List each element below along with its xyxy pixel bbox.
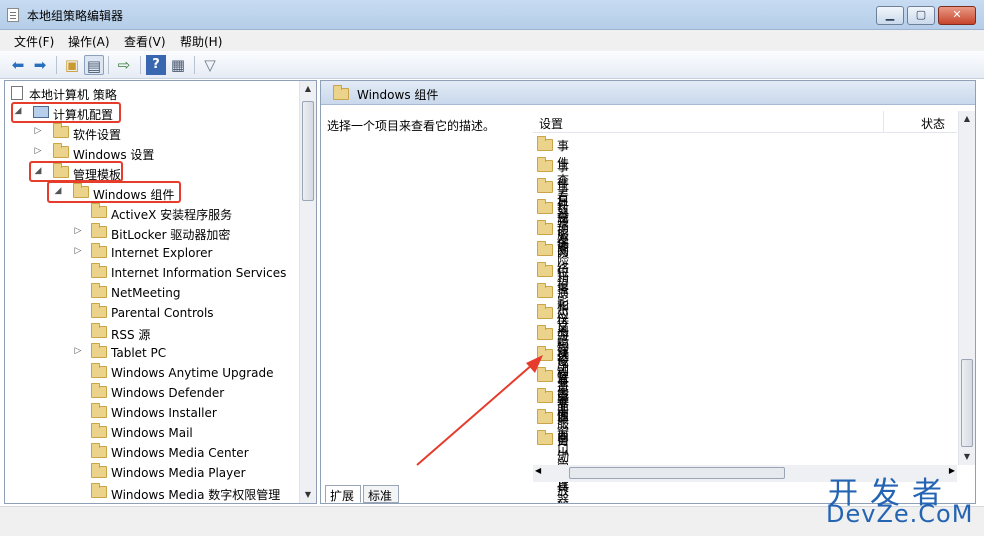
minimize-icon: ▁ [885,8,895,21]
folder-icon [91,423,107,438]
folder-icon [53,143,69,158]
folder-icon [91,363,107,378]
tab-extended[interactable]: 扩展 [325,485,361,503]
close-button[interactable]: ✕ [938,6,976,25]
watermark-domain: DevZe.CoM [826,500,974,528]
folder-icon [91,223,107,238]
properties-icon[interactable]: ▦ [168,55,188,75]
toolbar-separator [108,56,109,74]
folder-icon [91,323,107,338]
highlight-computer-config [11,102,121,123]
tree-label: Windows Defender [111,386,225,400]
tree-label: 软件设置 [73,128,122,142]
tree-root-label: 本地计算机 策略 [29,88,117,102]
tree-label: Parental Controls [111,306,214,320]
close-icon: ✕ [952,8,962,21]
scroll-down-icon[interactable]: ▼ [300,487,316,503]
maximize-icon: ▢ [915,8,927,21]
folder-icon [91,383,107,398]
tree-label: RSS 源 [111,328,151,342]
tree-label: Internet Information Services [111,266,287,280]
tree-label: Windows Media 数字权限管理 [111,488,281,502]
tree-label: BitLocker 驱动器加密 [111,228,231,242]
scroll-thumb[interactable] [302,101,314,201]
toolbar-separator [194,56,195,74]
maximize-button[interactable]: ▢ [907,6,935,25]
folder-icon [53,123,69,138]
up-folder-icon[interactable]: ▣ [62,55,82,75]
details-pane: Windows 组件 选择一个项目来查看它的描述。 设置 状态 事件查看器 事件日… [320,80,976,504]
tree-label: Windows Media Center [111,446,249,460]
tree-label: Windows Mail [111,426,193,440]
forward-arrow-icon[interactable]: ➡ [30,55,50,75]
menu-help[interactable]: 帮助(H) [180,33,222,50]
policy-doc-icon [11,86,23,100]
folder-icon [91,303,107,318]
annotation-arrow [416,355,543,466]
folder-icon [91,463,107,478]
menu-file[interactable]: 文件(F) [14,33,54,50]
folder-icon [91,483,107,498]
folder-icon [91,343,107,358]
show-tree-icon[interactable]: ▤ [84,55,104,75]
menu-view[interactable]: 查看(V) [124,33,166,50]
window-title: 本地组策略编辑器 [27,9,124,23]
tree-label: NetMeeting [111,286,181,300]
filter-icon[interactable]: ▽ [200,55,220,75]
folder-icon [91,443,107,458]
highlight-admin-templates [29,161,123,182]
scroll-up-icon[interactable]: ▲ [300,81,316,97]
menu-bar: 文件(F) 操作(A) 查看(V) 帮助(H) [0,30,984,51]
tree-pane: 本地计算机 策略 ◢ 计算机配置 ▷ 软件设置 ▷ Windows 设置 ◢ 管… [4,80,317,504]
expand-icon[interactable]: ▷ [33,146,43,156]
folder-icon [91,263,107,278]
expand-icon[interactable]: ▷ [73,346,83,356]
back-arrow-icon[interactable]: ⬅ [8,55,28,75]
toolbar-separator [140,56,141,74]
menu-action[interactable]: 操作(A) [68,33,110,50]
expand-icon[interactable]: ▷ [73,246,83,256]
folder-icon [91,283,107,298]
tree-label: Windows Installer [111,406,217,420]
highlight-windows-components [47,181,181,203]
tree-label: Windows Anytime Upgrade [111,366,274,380]
app-icon [7,8,19,22]
folder-icon [91,243,107,258]
minimize-button[interactable]: ▁ [876,6,904,25]
export-list-icon[interactable]: ⇨ [114,55,134,75]
expand-icon[interactable]: ▷ [33,126,43,136]
help-icon[interactable]: ? [146,55,166,75]
tab-standard[interactable]: 标准 [363,485,399,503]
title-bar: 本地组策略编辑器 ▁ ▢ ✕ [0,0,984,30]
tree-label: Tablet PC [111,346,167,360]
tree-label: ActiveX 安装程序服务 [111,208,233,222]
expand-icon[interactable]: ▷ [73,226,83,236]
folder-icon [91,203,107,218]
folder-icon [91,403,107,418]
tree-label: Internet Explorer [111,246,213,260]
toolbar: ⬅ ➡ ▣ ▤ ⇨ ? ▦ ▽ [0,51,984,79]
tree-scrollbar[interactable]: ▲ ▼ [299,81,316,503]
tree-label: Windows Media Player [111,466,246,480]
toolbar-separator [56,56,57,74]
